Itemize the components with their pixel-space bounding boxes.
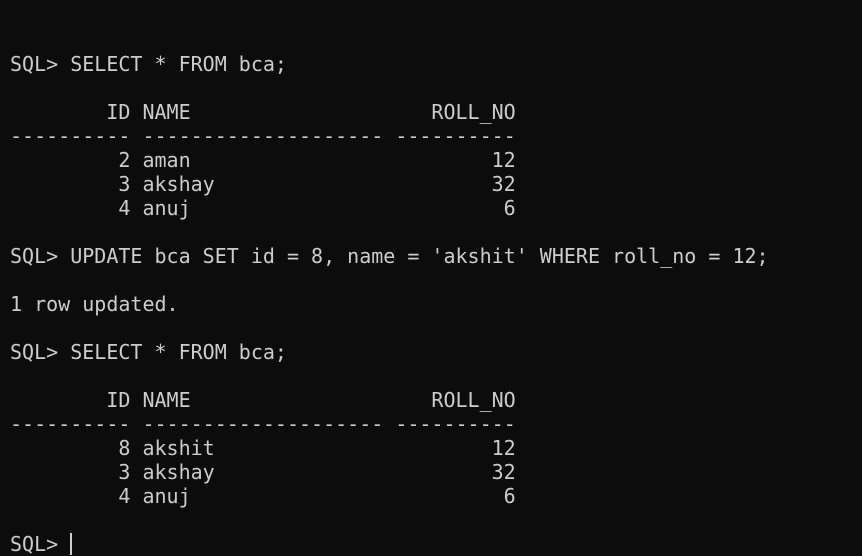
- input-prompt[interactable]: SQL>: [10, 532, 862, 556]
- terminal-line-command: SQL> UPDATE bca SET id = 8, name = 'aksh…: [10, 244, 769, 268]
- terminal-window[interactable]: SQL> SELECT * FROM bca; ID NAME ROLL_NO …: [0, 0, 862, 556]
- terminal-line-command: SQL> SELECT * FROM bca;: [10, 340, 287, 364]
- terminal-line-output: 1 row updated.: [10, 292, 179, 316]
- table-separator: ---------- -------------------- --------…: [10, 124, 516, 148]
- table-header: ID NAME ROLL_NO: [10, 100, 516, 124]
- table-row: 4 anuj 6: [10, 196, 516, 220]
- table-row: 8 akshit 12: [10, 436, 516, 460]
- table-row: 3 akshay 32: [10, 172, 516, 196]
- table-header: ID NAME ROLL_NO: [10, 388, 516, 412]
- prompt-label: SQL>: [10, 532, 71, 556]
- table-separator: ---------- -------------------- --------…: [10, 412, 516, 436]
- table-row: 2 aman 12: [10, 148, 516, 172]
- terminal-line-command: SQL> SELECT * FROM bca;: [10, 52, 287, 76]
- table-row: 4 anuj 6: [10, 484, 516, 508]
- table-row: 3 akshay 32: [10, 460, 516, 484]
- text-cursor: [70, 533, 73, 555]
